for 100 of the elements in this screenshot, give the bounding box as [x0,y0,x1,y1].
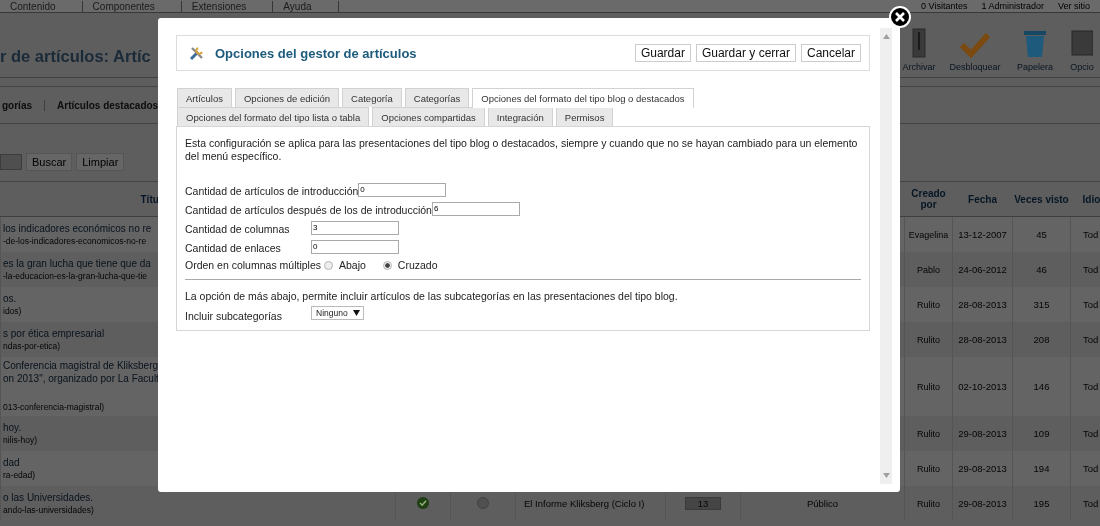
language-cell: Tod [1083,498,1099,509]
menu-item[interactable]: Componentes [82,1,182,12]
date-cell: 28-08-2013 [958,299,1007,310]
status-link[interactable]: Ver sitio [1058,1,1090,12]
field-label: Cantidad de columnas [185,223,291,235]
category-cell-text: El Informe Kliksberg (Ciclo I) [523,498,645,509]
toolbar-button[interactable]: Desbloquear [944,32,1006,72]
language-cell: Tod [1083,334,1099,345]
description-text: Esta configuración se aplica para las presentaciones del tipo blog o destacados, siempre y cuando que no se hayan cambiado para un elemento del menú específico. [185,137,859,163]
column-header[interactable]: Veces visto [1012,193,1071,205]
author-cell: Evagelina [908,230,949,240]
status-link[interactable]: 1 Administrador [981,1,1044,12]
scrollbar[interactable] [880,28,892,484]
article-title-link[interactable]: s por ética empresarial [3,326,105,340]
article-title-link[interactable]: o las Universidades. [3,490,94,504]
tab[interactable]: Opciones de edición [234,88,340,107]
tools-icon [189,45,205,61]
article-alias: -la-educacion-es-la-gran-lucha-que-tie [3,269,148,283]
tab[interactable]: Categorías [404,88,470,107]
language-cell: Tod [1083,463,1099,474]
trash-icon [1023,28,1047,58]
column-header[interactable]: Fecha [952,193,1013,205]
field-label: Cantidad de artículos de introducción [185,185,359,197]
author-cell: Rulito [917,382,940,392]
number-field[interactable]: 0 [358,183,447,197]
article-alias: ra-edad) [3,468,36,482]
tab[interactable]: Opciones del formato del tipo blog o destacados [472,88,694,108]
date-cell: 13-12-2007 [958,229,1007,240]
number-field[interactable]: 0 [311,240,399,254]
article-title-link[interactable]: los indicadores económicos no re [3,221,152,235]
dialog-title: Opciones del gestor de artículos [215,45,418,61]
status-link[interactable]: 0 Visitantes [921,1,968,12]
tab[interactable]: Artículos [177,88,232,107]
scroll-up-icon[interactable] [882,34,890,39]
date-cell: 28-08-2013 [958,334,1007,345]
article-alias: ndas-por-etica) [3,339,61,353]
language-cell: Tod [1083,264,1099,275]
author-cell: Rulito [917,335,940,345]
featured-status-icon[interactable] [477,496,489,509]
select-field[interactable]: Ninguno [311,306,364,320]
date-cell: 24-06-2012 [958,264,1007,275]
radio-option[interactable]: Abajo [324,259,366,271]
article-alias: 013-conferencia-magistral) [3,401,105,414]
hits-cell: 146 [1033,381,1050,392]
article-title-link[interactable]: es la gran lucha que tiene que da [3,256,151,270]
number-field[interactable]: 3 [311,221,399,235]
toolbar-button[interactable]: Papelera [1006,28,1064,72]
hits-cell: 45 [1036,229,1047,240]
access-cell: Público [806,498,839,509]
scroll-down-icon[interactable] [882,473,890,478]
date-cell: 29-08-2013 [958,498,1007,509]
options-icon [1071,28,1093,58]
article-title-link[interactable]: dad [3,455,20,469]
article-alias: nilis-hoy) [3,433,37,447]
date-cell: 29-08-2013 [958,463,1007,474]
page-title: r de artículos: Artíc [0,46,151,67]
menu-item[interactable]: Contenido [0,1,83,12]
tab[interactable]: Opciones compartidas [372,107,485,126]
author-cell: Rulito [917,499,940,509]
caret-icon [352,310,360,316]
close-icon[interactable] [889,6,911,28]
author-cell: Rulito [917,464,940,474]
menu-item[interactable]: Extensiones [181,1,274,12]
field-label: Incluir subcategorías [185,310,283,322]
number-field[interactable]: 6 [431,202,520,216]
author-cell: Pablo [917,265,940,275]
published-status-icon[interactable] [417,496,429,509]
radio-option[interactable]: Cruzado [382,259,438,271]
archive-icon [912,28,926,58]
column-header[interactable]: Idio [1082,193,1100,205]
toolbar-button[interactable]: Opcio [1064,28,1100,72]
tab[interactable]: Categoría [342,88,402,107]
hits-cell: 109 [1033,428,1050,439]
subnav-link[interactable]: gorías [0,99,45,111]
filter-button[interactable]: Limpiar [76,152,125,171]
language-cell: Tod [1083,428,1099,439]
column-header[interactable]: Creado por [904,188,953,210]
dialog-button[interactable]: Guardar [634,44,691,62]
checkmark-icon [960,32,990,58]
dialog-button[interactable]: Guardar y cerrar [695,44,796,62]
language-cell: Tod [1083,229,1099,240]
field-label: Orden en columnas múltiples [185,259,321,271]
search-field[interactable] [0,153,22,170]
hits-cell: 208 [1033,334,1050,345]
note-text: La opción de más abajo, permite incluir artículos de las subcategorías en las presentaciones del tipo blog. [185,290,679,302]
article-title-link[interactable]: os. [3,291,17,305]
tab[interactable]: Opciones del formato del tipo lista o tabla [177,107,370,126]
article-alias: ando-las-universidades) [3,503,94,517]
article-alias: idos) [3,304,22,318]
toolbar-button[interactable]: Archivar [894,28,944,72]
menu-item[interactable]: Ayuda [273,1,339,12]
article-alias: -de-los-indicadores-economicos-no-re [3,234,147,248]
ordering-field[interactable]: 13 [685,497,721,510]
dialog-button[interactable]: Cancelar [800,44,861,62]
field-label: Cantidad de enlaces [185,242,282,254]
filter-button[interactable]: Buscar [26,152,73,171]
language-cell: Tod [1083,299,1099,310]
date-cell: 29-08-2013 [958,428,1007,439]
article-title-link[interactable]: hoy. [3,420,22,434]
article-title-link[interactable]: Conferencia magistral de Kliksberg on 2013", organizado por La Facult [3,359,159,385]
